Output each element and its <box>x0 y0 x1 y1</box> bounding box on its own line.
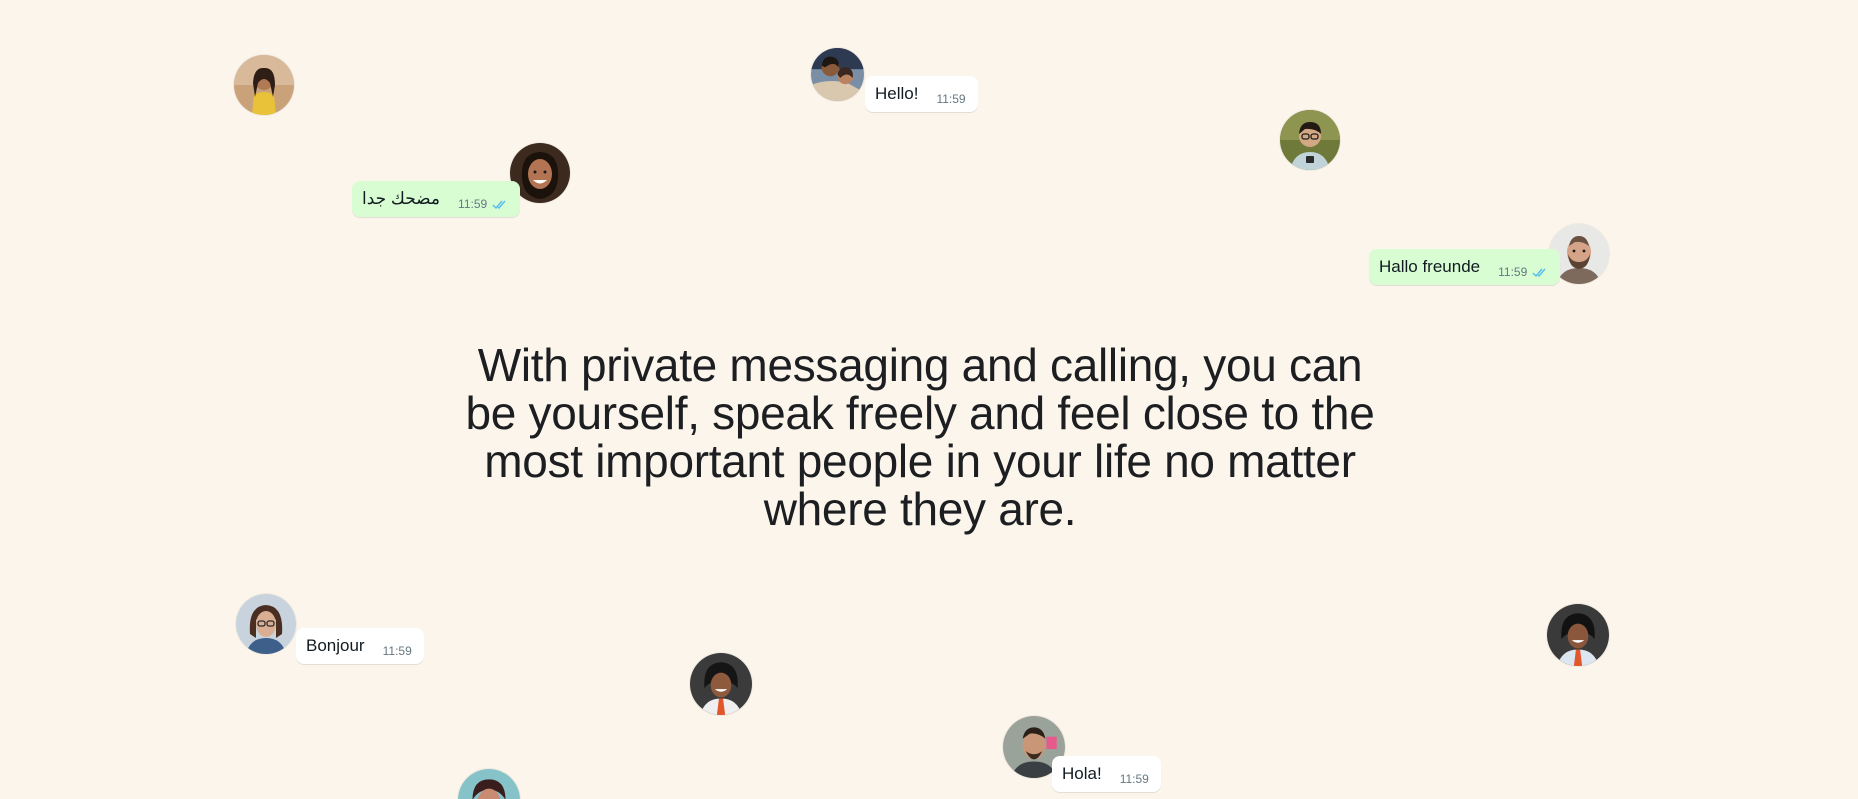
avatar-woman-right <box>1547 604 1609 666</box>
avatar-partial-bottom <box>458 769 520 799</box>
message-time: 11:59 <box>458 197 488 211</box>
message-time: 11:59 <box>1119 772 1149 786</box>
chat-illustration-stage: With private messaging and calling, you … <box>0 0 1858 799</box>
headline: With private messaging and calling, you … <box>465 339 1375 535</box>
avatar-woman-glasses <box>236 594 296 654</box>
avatar-man-glasses <box>1280 110 1340 170</box>
message-time: 11:59 <box>1498 265 1528 279</box>
avatar-woman-yellow-top <box>234 55 294 115</box>
avatar-couple <box>811 48 864 101</box>
message-text: Hello! <box>875 84 919 103</box>
message-text: مضحك جدا <box>362 189 441 208</box>
message-bubble-arabic: مضحك جدا 11:59 <box>352 181 521 217</box>
double-check-read-icon <box>492 199 508 210</box>
message-bubble-hola: Hola! 11:59 <box>1052 756 1161 792</box>
message-bubble-hello: Hello! 11:59 <box>865 76 978 112</box>
message-time: 11:59 <box>382 644 412 658</box>
message-bubble-hallo-freunde: Hallo freunde 11:59 <box>1369 249 1561 285</box>
message-time: 11:59 <box>936 92 966 106</box>
avatar-woman-orange-tie <box>690 653 752 715</box>
message-text: Bonjour <box>306 636 365 655</box>
message-text: Hola! <box>1062 764 1102 783</box>
message-bubble-bonjour: Bonjour 11:59 <box>296 628 424 664</box>
double-check-read-icon <box>1532 267 1548 278</box>
message-text: Hallo freunde <box>1379 257 1481 276</box>
